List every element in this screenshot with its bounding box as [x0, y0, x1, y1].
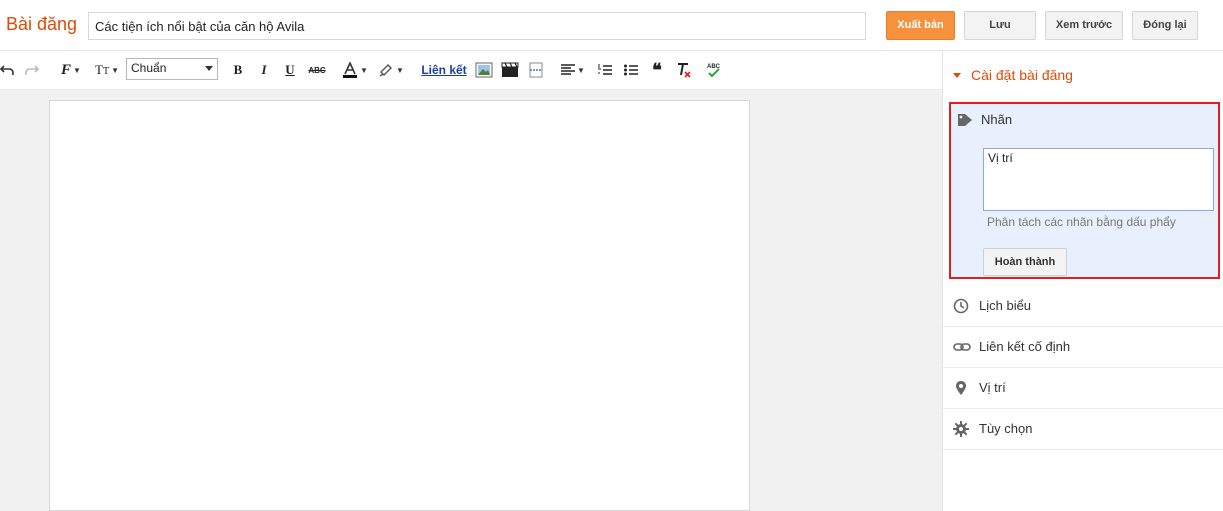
save-button[interactable]: Lưu [964, 11, 1036, 40]
link-icon [953, 339, 971, 355]
editor-toolbar: F ▼ TT ▼ Chuẩn B I U ABC ▼ ▼ Liên kết ▼ ❝ … [0, 51, 942, 90]
font-family-icon[interactable]: F ▼ [56, 61, 86, 79]
page-title: Bài đăng [6, 14, 78, 34]
sidebar-item-label: Vị trí [979, 380, 1006, 395]
remove-formatting-icon[interactable] [674, 61, 694, 79]
paragraph-format-value: Chuẩn [131, 61, 167, 75]
editor-content[interactable] [49, 100, 750, 511]
post-settings-sidebar: Cài đặt bài đăng Nhãn Vị trí Phân tách c… [942, 51, 1223, 511]
top-bar: Bài đăng Xuất bản Lưu Xem trước Đóng lại [0, 0, 1223, 51]
sidebar-item-location[interactable]: Vị trí [943, 368, 1223, 409]
spellcheck-icon[interactable]: ABC [704, 61, 724, 79]
redo-icon[interactable] [24, 61, 40, 79]
bulleted-list-icon[interactable] [622, 61, 640, 79]
video-icon[interactable] [500, 61, 520, 79]
sidebar-item-permalink[interactable]: Liên kết cố định [943, 327, 1223, 368]
publish-button[interactable]: Xuất bản [886, 11, 955, 40]
italic-icon[interactable]: I [256, 61, 272, 79]
tag-icon [957, 113, 973, 132]
close-button[interactable]: Đóng lại [1132, 11, 1198, 40]
text-color-icon[interactable]: ▼ [340, 61, 370, 79]
image-icon[interactable] [474, 61, 494, 79]
labels-hint: Phân tách các nhãn bằng dấu phẩy [987, 215, 1176, 229]
paragraph-format-select[interactable]: Chuẩn [126, 58, 218, 80]
post-settings-title: Cài đặt bài đăng [971, 67, 1073, 83]
preview-button[interactable]: Xem trước [1045, 11, 1123, 40]
align-icon[interactable]: ▼ [558, 61, 588, 79]
page-break-icon[interactable] [526, 61, 546, 79]
sidebar-item-options[interactable]: Tùy chọn [943, 409, 1223, 450]
bold-icon[interactable]: B [230, 61, 246, 79]
strikethrough-icon[interactable]: ABC [306, 61, 328, 79]
link-button[interactable]: Liên kết [420, 61, 468, 79]
labels-input[interactable]: Vị trí [983, 148, 1214, 211]
location-pin-icon [953, 380, 969, 396]
sidebar-item-schedule[interactable]: Lịch biểu [943, 286, 1223, 327]
font-size-icon[interactable]: TT ▼ [92, 61, 122, 79]
labels-panel: Nhãn Vị trí Phân tách các nhãn bằng dấu … [949, 102, 1220, 279]
labels-done-button[interactable]: Hoàn thành [983, 248, 1067, 276]
sidebar-item-label: Lịch biểu [979, 298, 1032, 313]
sidebar-item-label: Liên kết cố định [979, 339, 1071, 354]
chevron-down-icon [205, 66, 213, 71]
labels-title: Nhãn [981, 112, 1013, 127]
post-title-input[interactable] [88, 12, 866, 40]
gear-icon [953, 421, 969, 437]
undo-icon[interactable] [0, 61, 14, 79]
sidebar-item-label: Tùy chọn [979, 421, 1033, 436]
numbered-list-icon[interactable] [596, 61, 614, 79]
post-settings-header[interactable]: Cài đặt bài đăng [953, 67, 1073, 83]
highlight-color-icon[interactable]: ▼ [376, 61, 406, 79]
clock-icon [953, 298, 969, 314]
quote-icon[interactable]: ❝ [648, 60, 666, 80]
caret-down-icon [953, 72, 961, 78]
underline-icon[interactable]: U [282, 61, 298, 79]
